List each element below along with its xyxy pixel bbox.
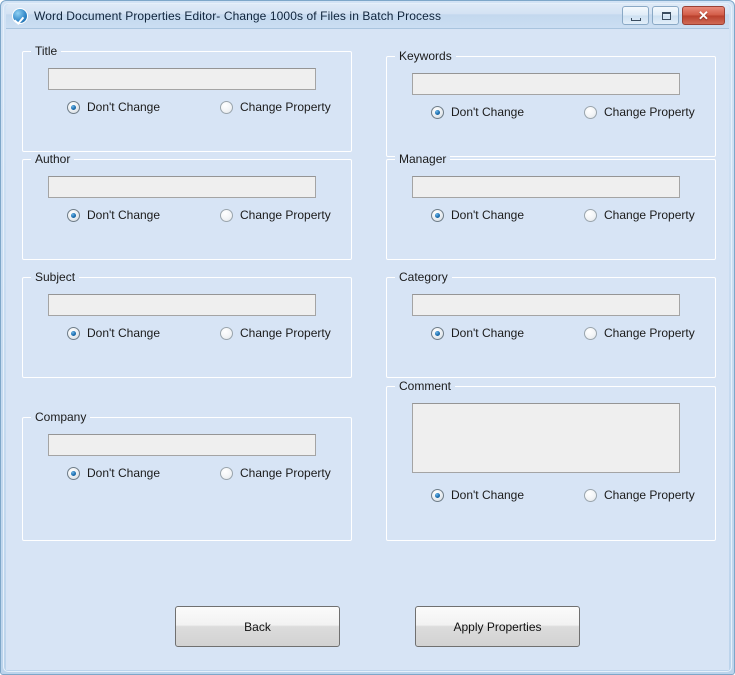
group-manager: Manager Don't Change Change Property [386,152,716,260]
radio-label: Change Property [240,326,331,340]
radio-selected-icon [431,488,444,502]
subject-dont-change-radio[interactable]: Don't Change [67,326,160,340]
group-subject: Subject Don't Change Change Property [22,270,352,378]
radio-label: Change Property [240,100,331,114]
close-icon: ✕ [698,8,709,23]
title-input[interactable] [48,68,316,90]
keywords-change-property-radio[interactable]: Change Property [584,105,695,119]
window-title: Word Document Properties Editor- Change … [34,9,442,23]
comment-textarea[interactable] [412,403,680,473]
title-bar[interactable]: Word Document Properties Editor- Change … [6,4,729,29]
client-area: Title Don't Change Change Property Keywo… [6,29,729,670]
radio-unselected-icon [584,105,597,119]
keywords-input[interactable] [412,73,680,95]
radio-unselected-icon [584,208,597,222]
title-change-property-radio[interactable]: Change Property [220,100,331,114]
maximize-button[interactable] [652,6,679,25]
author-input[interactable] [48,176,316,198]
group-subject-label: Subject [31,270,80,284]
minimize-button[interactable] [622,6,649,25]
minimize-icon [631,18,641,21]
radio-selected-icon [67,100,80,114]
category-input[interactable] [412,294,680,316]
subject-input[interactable] [48,294,316,316]
radio-selected-icon [431,208,444,222]
subject-change-property-radio[interactable]: Change Property [220,326,331,340]
group-keywords-label: Keywords [395,49,456,63]
group-author-label: Author [31,152,75,166]
manager-change-property-radio[interactable]: Change Property [584,208,695,222]
category-dont-change-radio[interactable]: Don't Change [431,326,524,340]
radio-label: Don't Change [451,326,525,340]
radio-label: Change Property [240,466,331,480]
radio-selected-icon [67,208,80,222]
company-change-property-radio[interactable]: Change Property [220,466,331,480]
radio-unselected-icon [220,326,233,340]
radio-label: Change Property [604,105,695,119]
radio-label: Change Property [604,208,695,222]
group-comment: Comment Don't Change Change Property [386,379,716,541]
group-category: Category Don't Change Change Property [386,270,716,378]
radio-selected-icon [67,466,80,480]
radio-unselected-icon [584,488,597,502]
group-company-label: Company [31,410,91,424]
apply-properties-button[interactable]: Apply Properties [415,606,580,647]
group-title-label: Title [31,44,62,58]
radio-label: Don't Change [87,466,161,480]
radio-selected-icon [67,326,80,340]
window-controls: ✕ [622,6,725,25]
maximize-icon [662,12,671,20]
group-category-label: Category [395,270,452,284]
radio-label: Don't Change [451,488,525,502]
radio-label: Don't Change [451,208,525,222]
application-window: Word Document Properties Editor- Change … [0,0,735,675]
radio-label: Change Property [240,208,331,222]
radio-label: Don't Change [87,326,161,340]
group-comment-label: Comment [395,379,456,393]
radio-label: Change Property [604,488,695,502]
radio-unselected-icon [220,466,233,480]
group-author: Author Don't Change Change Property [22,152,352,260]
radio-label: Change Property [604,326,695,340]
radio-label: Don't Change [87,208,161,222]
radio-selected-icon [431,326,444,340]
group-company: Company Don't Change Change Property [22,410,352,541]
group-manager-label: Manager [395,152,451,166]
category-change-property-radio[interactable]: Change Property [584,326,695,340]
radio-unselected-icon [220,100,233,114]
company-dont-change-radio[interactable]: Don't Change [67,466,160,480]
author-dont-change-radio[interactable]: Don't Change [67,208,160,222]
group-title: Title Don't Change Change Property [22,44,352,152]
app-check-circle-icon [12,8,28,24]
radio-label: Don't Change [451,105,525,119]
keywords-dont-change-radio[interactable]: Don't Change [431,105,524,119]
radio-selected-icon [431,105,444,119]
radio-unselected-icon [220,208,233,222]
manager-dont-change-radio[interactable]: Don't Change [431,208,524,222]
close-button[interactable]: ✕ [682,6,725,25]
comment-change-property-radio[interactable]: Change Property [584,488,695,502]
title-dont-change-radio[interactable]: Don't Change [67,100,160,114]
company-input[interactable] [48,434,316,456]
back-button[interactable]: Back [175,606,340,647]
radio-label: Don't Change [87,100,161,114]
author-change-property-radio[interactable]: Change Property [220,208,331,222]
manager-input[interactable] [412,176,680,198]
group-keywords: Keywords Don't Change Change Property [386,49,716,157]
comment-dont-change-radio[interactable]: Don't Change [431,488,524,502]
radio-unselected-icon [584,326,597,340]
